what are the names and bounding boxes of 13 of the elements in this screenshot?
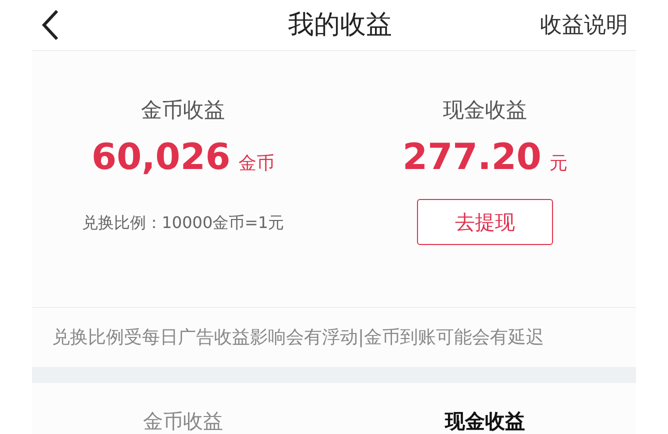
earnings-label: 金币收益 (141, 97, 225, 124)
page-title: 我的收益 (288, 8, 392, 42)
earnings-label: 现金收益 (443, 97, 527, 124)
tab[interactable]: 现金收益 (445, 410, 525, 432)
earnings-amount: 277.20 (402, 136, 542, 180)
earnings-amount: 60,026 (92, 136, 230, 180)
exchange-rate: 兑换比例：10000金币=1元 (82, 212, 284, 234)
earnings-info-link[interactable]: 收益说明 (540, 8, 628, 42)
currency-unit: 金币 (238, 152, 274, 176)
notice-text: 兑换比例受每日广告收益影响会有浮动|金币到账可能会有延迟 (52, 326, 544, 350)
back-icon[interactable] (40, 8, 60, 42)
withdraw-button[interactable]: 去提现 (417, 198, 553, 244)
currency-unit: 元 (549, 152, 568, 176)
